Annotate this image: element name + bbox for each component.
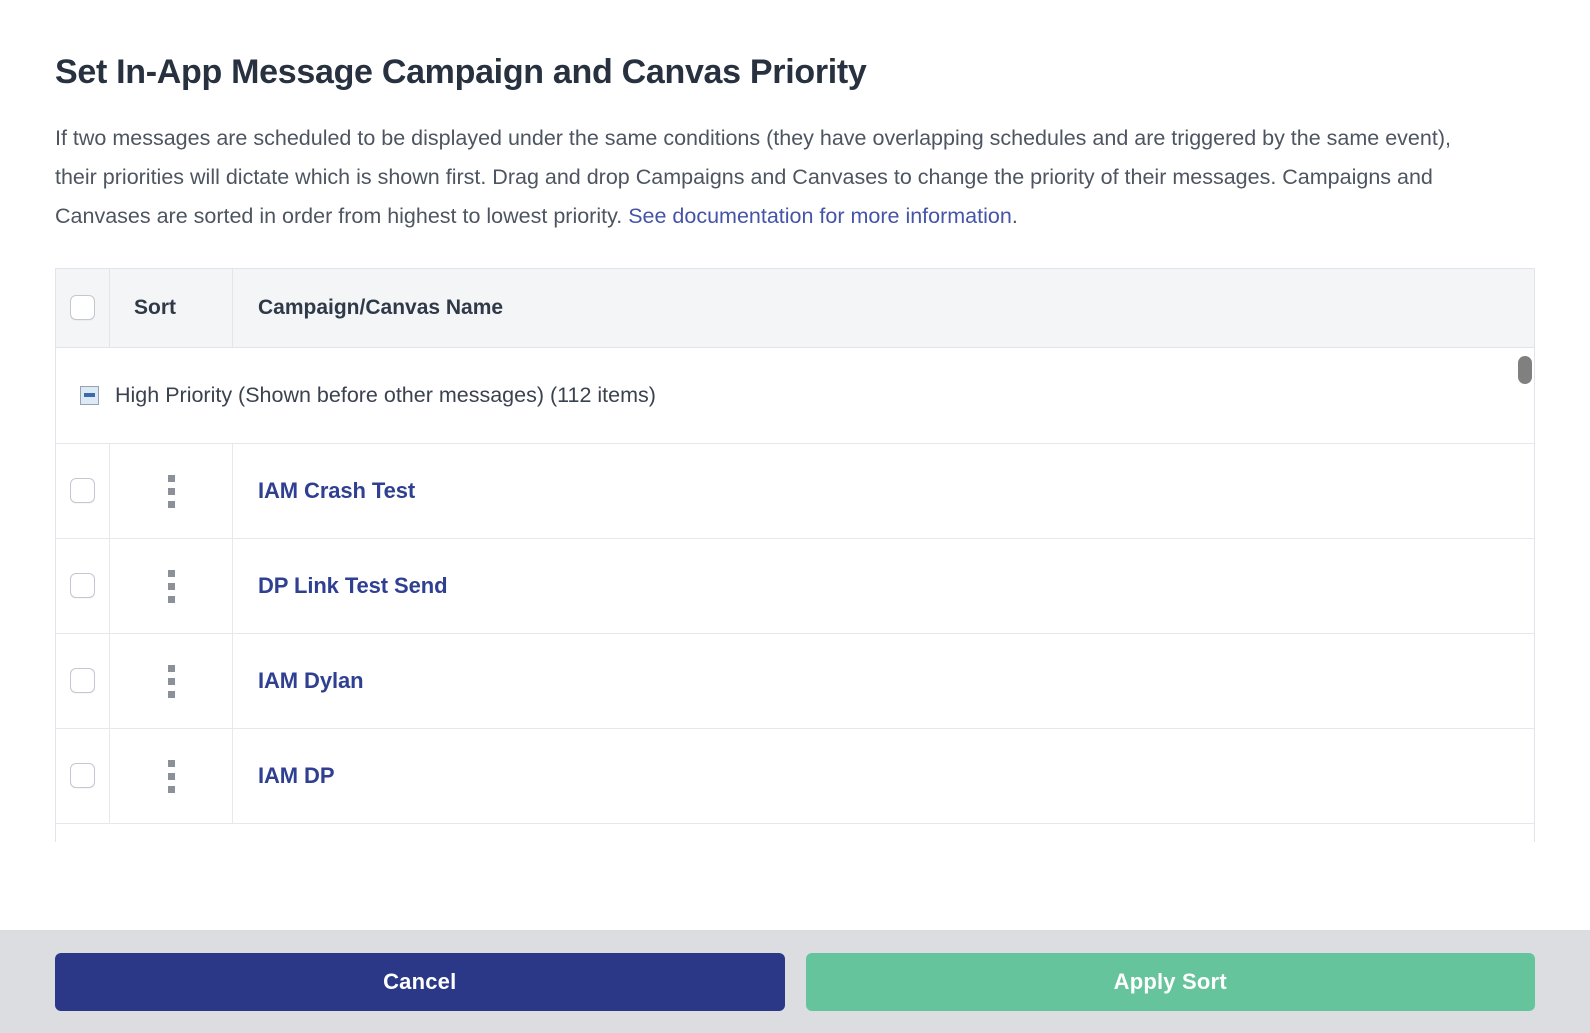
row-sort-cell bbox=[109, 443, 233, 539]
row-name-cell: IAM DP bbox=[232, 728, 1534, 824]
table-vertical-scrollbar[interactable] bbox=[1517, 348, 1533, 842]
row-name-cell: IAM Crash Test bbox=[232, 443, 1534, 539]
dialog-footer: Cancel Apply Sort bbox=[0, 930, 1590, 1033]
drag-handle-icon[interactable] bbox=[164, 661, 179, 702]
description-text-after-link: . bbox=[1011, 203, 1018, 228]
priority-table-container: Sort Campaign/Canvas Name High Priority … bbox=[55, 267, 1535, 842]
row-checkbox[interactable] bbox=[70, 668, 95, 694]
drag-handle-icon[interactable] bbox=[164, 471, 179, 512]
table-row: DP Link Test Send bbox=[56, 538, 1534, 634]
campaign-name-link[interactable]: IAM Dylan bbox=[258, 668, 364, 693]
drag-handle-icon[interactable] bbox=[164, 566, 179, 607]
group-label-wrapper: High Priority (Shown before other messag… bbox=[80, 383, 1534, 408]
row-checkbox[interactable] bbox=[70, 478, 95, 504]
campaign-name-link[interactable]: DP Link Test Send bbox=[258, 573, 448, 598]
header-campaign-canvas-name-cell: Campaign/Canvas Name bbox=[232, 268, 1534, 348]
campaign-name-link[interactable]: IAM Crash Test bbox=[258, 478, 415, 503]
drag-handle-icon[interactable] bbox=[164, 756, 179, 797]
select-all-checkbox[interactable] bbox=[70, 295, 95, 321]
row-select-cell bbox=[56, 728, 110, 824]
table-header-row: Sort Campaign/Canvas Name bbox=[56, 268, 1534, 348]
dialog-description: If two messages are scheduled to be disp… bbox=[55, 119, 1495, 236]
see-documentation-link[interactable]: See documentation for more information bbox=[628, 204, 1012, 228]
header-sort-cell: Sort bbox=[109, 268, 233, 348]
campaign-name-link[interactable]: IAM DP bbox=[258, 763, 335, 788]
row-sort-cell bbox=[109, 633, 233, 729]
group-header-row: High Priority (Shown before other messag… bbox=[56, 347, 1534, 444]
priority-table: Sort Campaign/Canvas Name High Priority … bbox=[56, 268, 1534, 824]
row-name-cell: DP Link Test Send bbox=[232, 538, 1534, 634]
dialog-body: Set In-App Message Campaign and Canvas P… bbox=[0, 0, 1590, 930]
table-scrollbar-thumb[interactable] bbox=[1518, 355, 1532, 384]
priority-dialog: Set In-App Message Campaign and Canvas P… bbox=[0, 0, 1590, 1033]
page-title: Set In-App Message Campaign and Canvas P… bbox=[55, 53, 867, 91]
table-row: IAM Dylan bbox=[56, 633, 1534, 729]
row-sort-cell bbox=[109, 538, 233, 634]
row-select-cell bbox=[56, 443, 110, 539]
row-name-cell: IAM Dylan bbox=[232, 633, 1534, 729]
row-select-cell bbox=[56, 633, 110, 729]
row-checkbox[interactable] bbox=[70, 573, 95, 599]
header-select-all-cell bbox=[56, 268, 110, 348]
table-body: High Priority (Shown before other messag… bbox=[56, 347, 1534, 824]
row-checkbox[interactable] bbox=[70, 763, 95, 789]
table-row: IAM Crash Test bbox=[56, 443, 1534, 539]
table-header: Sort Campaign/Canvas Name bbox=[56, 268, 1534, 348]
row-select-cell bbox=[56, 538, 110, 634]
cancel-button[interactable]: Cancel bbox=[55, 952, 785, 1011]
group-label-text: High Priority (Shown before other messag… bbox=[115, 382, 656, 407]
collapse-minus-icon[interactable] bbox=[80, 385, 99, 405]
group-header-cell: High Priority (Shown before other messag… bbox=[56, 347, 1534, 444]
table-row: IAM DP bbox=[56, 728, 1534, 824]
apply-sort-button[interactable]: Apply Sort bbox=[805, 952, 1535, 1011]
row-sort-cell bbox=[109, 728, 233, 824]
